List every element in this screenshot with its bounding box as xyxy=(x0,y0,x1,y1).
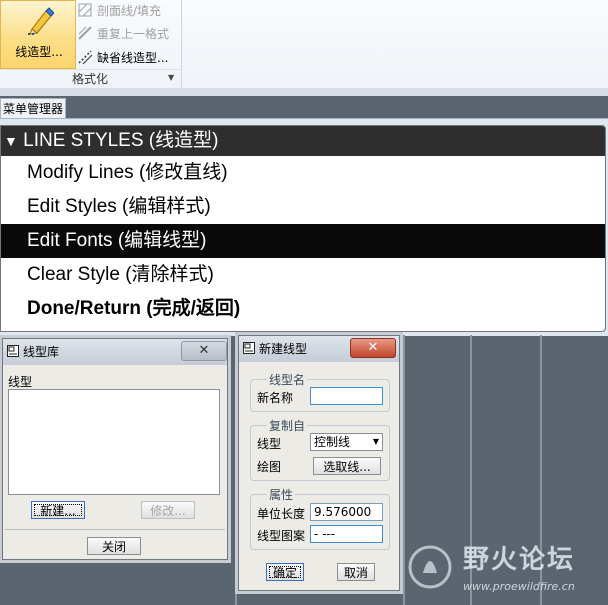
menu-item-edit-fonts[interactable]: Edit Fonts (编辑线型) xyxy=(1,224,605,258)
repeat-format-label: 重复上一格式 xyxy=(97,26,170,41)
menu-item-done-return[interactable]: Done/Return (完成/返回) xyxy=(1,292,605,326)
line-type-list-label: 线型 xyxy=(8,375,33,389)
line-type-select-value: 控制线 xyxy=(314,435,351,449)
line-type-label: 线型 xyxy=(257,437,282,451)
chevron-down-icon: ▼ xyxy=(372,437,379,446)
pencil-icon xyxy=(28,7,54,35)
properties-group-title: 属性 xyxy=(267,486,296,503)
menu-manager-title: 菜单管理器 xyxy=(0,98,66,118)
new-line-style-close-icon[interactable]: ✕ xyxy=(350,338,396,358)
group-expand-icon[interactable]: ▼ xyxy=(168,73,174,82)
default-line-style-label: 缺省线造型... xyxy=(97,50,169,65)
menu-item-edit-styles[interactable]: Edit Styles (编辑样式) xyxy=(1,190,605,224)
default-line-style-icon xyxy=(78,50,93,65)
copy-from-group-title: 复制自 xyxy=(267,417,308,434)
menu-manager-panel: ▼ LINE STYLES (线造型) Modify Lines (修改直线) … xyxy=(0,118,608,336)
close-button[interactable]: 关闭 xyxy=(87,537,141,555)
menu-item-clear-style[interactable]: Clear Style (清除样式) xyxy=(1,258,605,292)
watermark-text: 野火论坛 xyxy=(463,545,576,575)
collapse-triangle-icon: ▼ xyxy=(4,133,18,149)
name-group-title: 线型名 xyxy=(267,371,308,388)
new-line-style-title: 新建线型 xyxy=(259,342,308,356)
modify-button[interactable]: 修改... xyxy=(141,501,195,519)
ok-button[interactable]: 确定 xyxy=(266,563,304,581)
menu-item-modify-lines[interactable]: Modify Lines (修改直线) xyxy=(1,156,605,190)
cancel-button[interactable]: 取消 xyxy=(337,563,375,581)
repeat-format-item[interactable]: 重复上一格式 xyxy=(77,23,169,43)
menu-header-line-styles[interactable]: ▼ LINE STYLES (线造型) xyxy=(1,126,605,156)
drawing-label: 绘图 xyxy=(257,460,282,474)
group-separator xyxy=(181,0,182,88)
hatch-icon xyxy=(78,3,92,17)
line-type-listbox[interactable] xyxy=(8,389,220,495)
hatch-fill-item[interactable]: 剖面线/填充 xyxy=(77,0,161,20)
pattern-label: 线型图案 xyxy=(257,529,306,543)
ribbon: 线造型... 剖面线/填充 重复上一格式 缺省线造型... 格式化 ▼ xyxy=(0,0,608,96)
unit-length-input[interactable]: 9.576000 xyxy=(310,503,383,521)
dialog-separator xyxy=(5,529,225,530)
line-library-title: 线型库 xyxy=(23,345,60,359)
menu-manager-list: ▼ LINE STYLES (线造型) Modify Lines (修改直线) … xyxy=(0,125,606,332)
menu-header-label: LINE STYLES (线造型) xyxy=(23,130,219,151)
new-line-style-dialog: 新建线型 ✕ 线型名 新名称 复制自 线型 控制线 ▼ 绘图 选取线... 属性… xyxy=(238,335,400,591)
new-button[interactable]: 新建... xyxy=(31,501,85,519)
unit-length-label: 单位长度 xyxy=(257,507,306,521)
repeat-format-icon xyxy=(78,26,92,40)
line-style-button-label: 线造型... xyxy=(15,45,63,59)
new-line-style-titlebar[interactable]: 新建线型 ✕ xyxy=(239,336,399,362)
line-style-button[interactable]: 线造型... xyxy=(0,0,76,69)
line-type-select[interactable]: 控制线 ▼ xyxy=(310,433,383,451)
select-line-button[interactable]: 选取线... xyxy=(313,457,381,475)
hatch-fill-label: 剖面线/填充 xyxy=(97,3,162,18)
line-library-dialog: 线型库 ✕ 线型 新建... 修改... 关闭 xyxy=(2,338,228,560)
line-library-close-icon[interactable]: ✕ xyxy=(181,341,227,361)
pattern-input[interactable]: - --- xyxy=(310,525,383,543)
default-line-style-item[interactable]: 缺省线造型... xyxy=(77,47,168,67)
watermark-url: www.proewildfire.cn xyxy=(463,580,575,593)
line-library-titlebar[interactable]: 线型库 ✕ xyxy=(3,339,227,365)
new-name-label: 新名称 xyxy=(257,391,294,405)
window-icon xyxy=(7,345,19,357)
format-group-label: 格式化 xyxy=(0,69,180,88)
ribbon-bottom-bar xyxy=(0,88,608,96)
workspace-divider xyxy=(235,335,237,605)
window-icon xyxy=(243,342,255,354)
new-name-input[interactable] xyxy=(310,387,383,405)
